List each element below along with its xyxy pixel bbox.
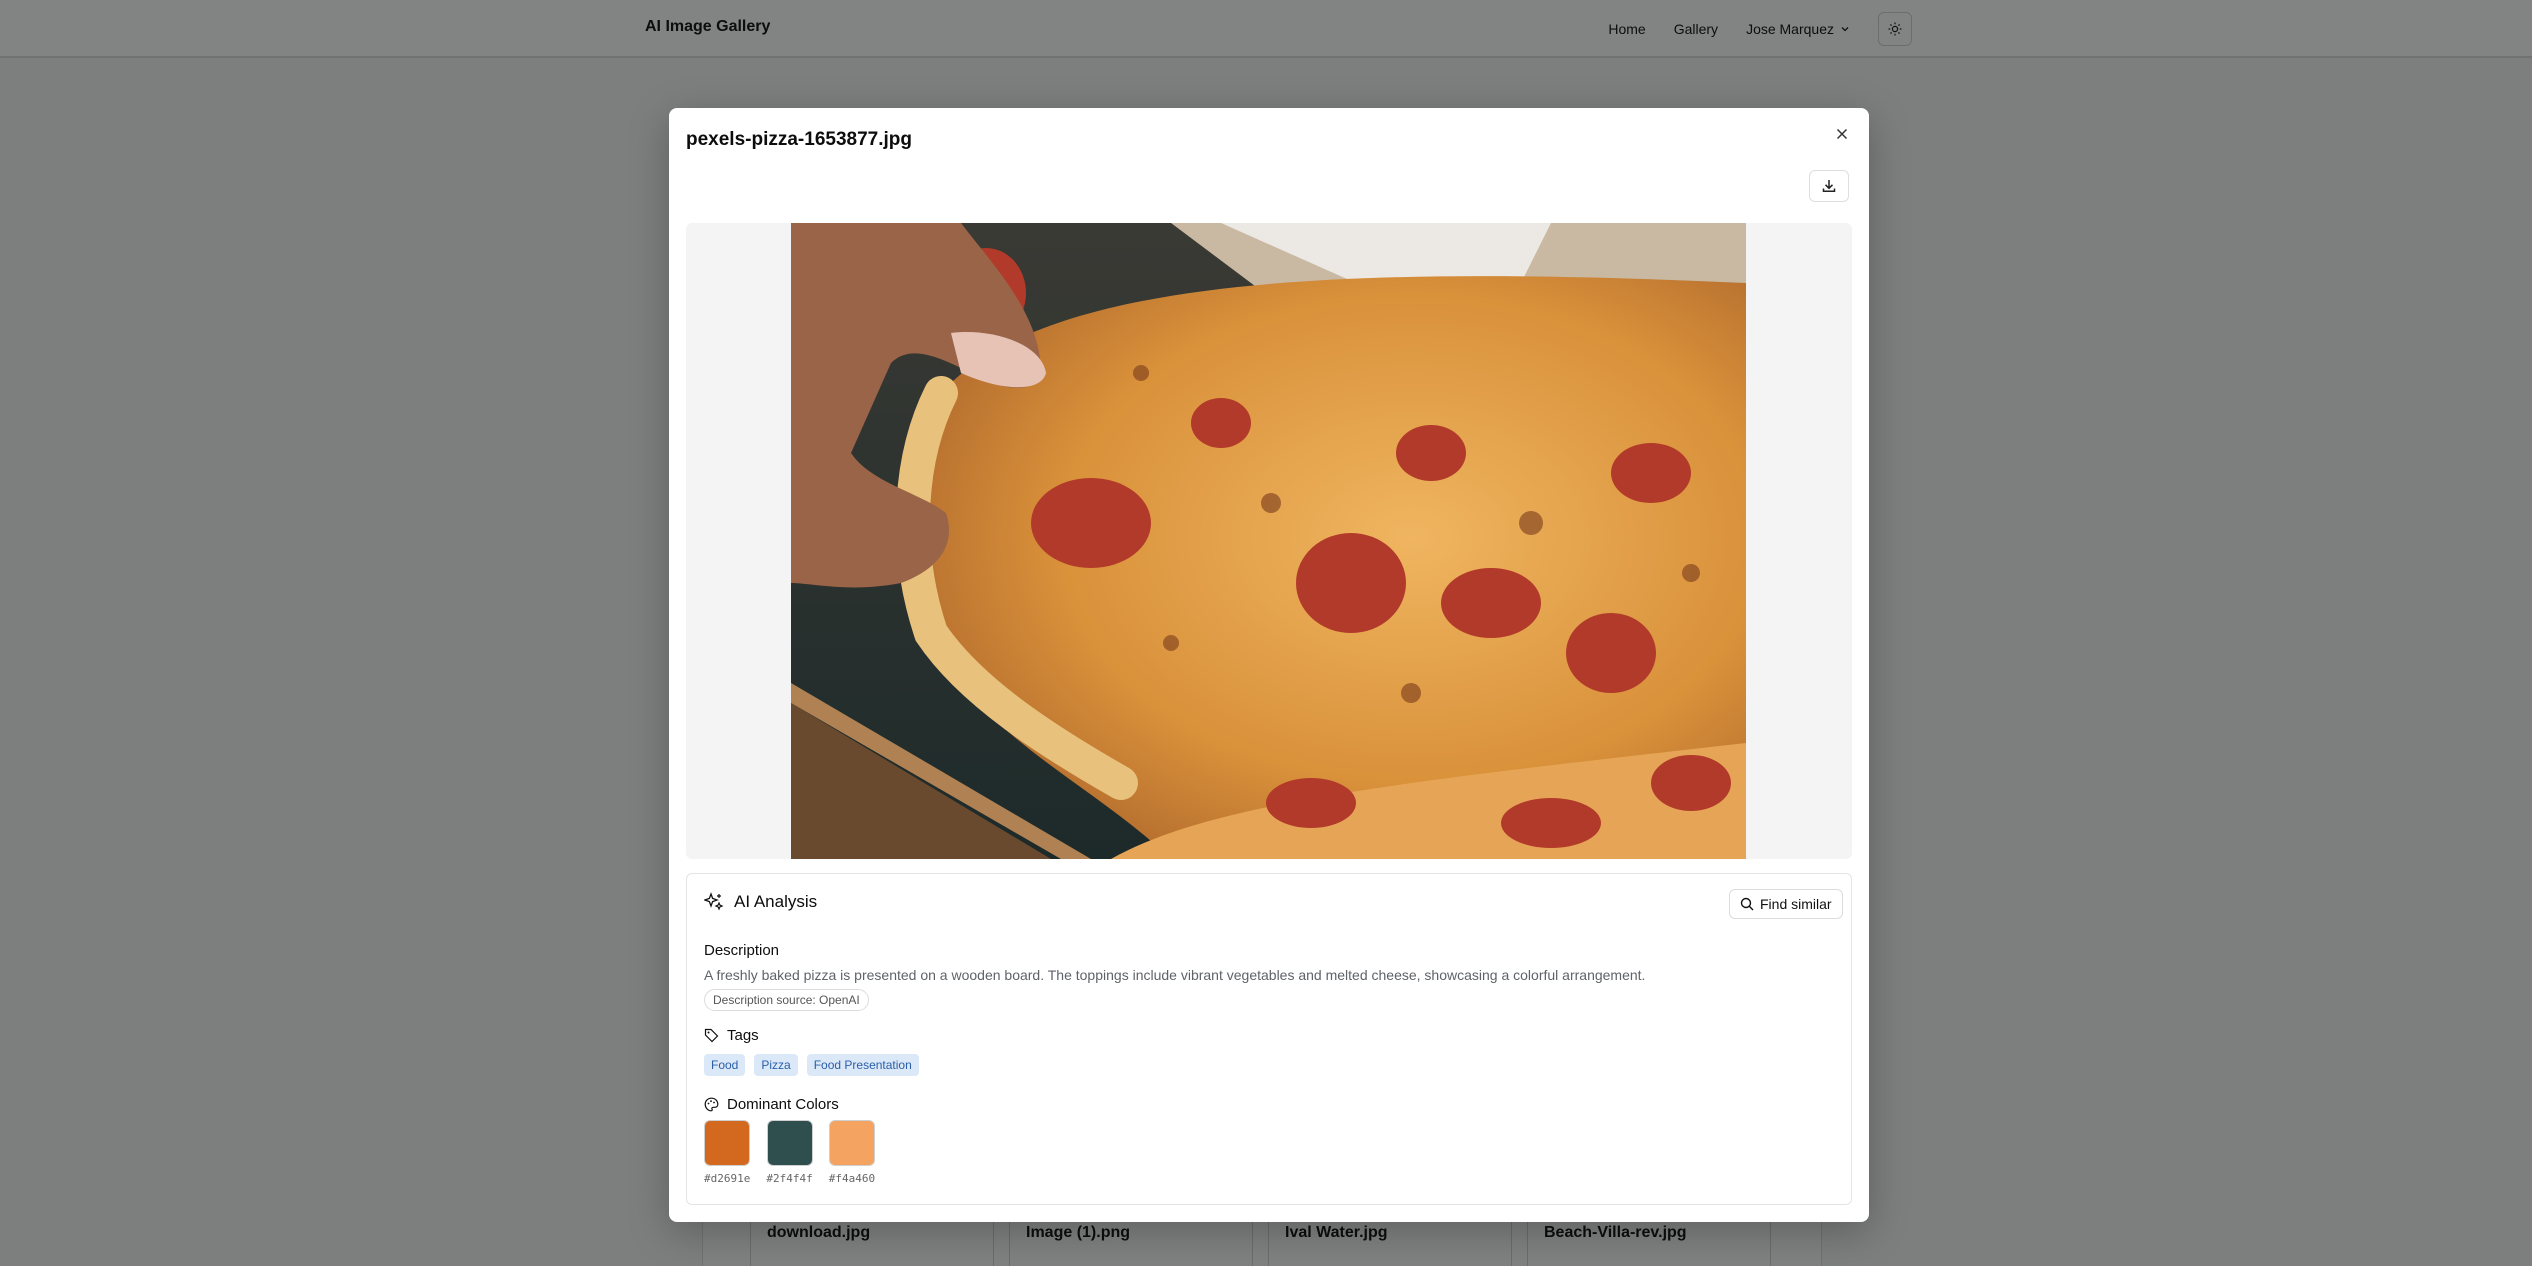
image-preview-area — [686, 223, 1852, 859]
description-label: Description — [704, 942, 780, 959]
find-similar-label: Find similar — [1760, 896, 1832, 912]
tag-icon — [704, 1028, 719, 1043]
color-hex-label: #f4a460 — [828, 1172, 876, 1185]
close-icon — [1836, 128, 1848, 140]
gallery-card-title: Beach-Villa-rev.jpg — [1544, 1224, 1687, 1241]
color-swatch-list: #d2691e #2f4f4f #f4a460 — [704, 1120, 875, 1185]
dominant-colors-header: Dominant Colors — [704, 1096, 839, 1113]
image-detail-modal: pexels-pizza-1653877.jpg AI Analysis Fin… — [669, 108, 1869, 1222]
palette-icon — [704, 1097, 719, 1112]
user-menu[interactable]: Jose Marquez — [1732, 15, 1864, 43]
description-source-badge: Description source: OpenAI — [704, 989, 869, 1011]
tag-chip[interactable]: Food — [704, 1054, 746, 1076]
gallery-card-title: Ival Water.jpg — [1285, 1224, 1388, 1241]
sparkles-icon — [704, 892, 724, 911]
color-hex-label: #d2691e — [704, 1172, 751, 1185]
user-name: Jose Marquez — [1746, 21, 1834, 37]
color-swatch — [828, 1120, 875, 1166]
gallery-card-title: download.jpg — [767, 1224, 871, 1241]
download-button[interactable] — [1809, 170, 1849, 202]
find-similar-button[interactable]: Find similar — [1729, 889, 1843, 919]
color-swatch-item[interactable]: #2f4f4f — [766, 1120, 813, 1185]
tags-label: Tags — [727, 1027, 759, 1044]
tag-list: Food Pizza Food Presentation — [704, 1054, 919, 1076]
brand-title[interactable]: AI Image Gallery — [645, 18, 770, 36]
description-text: A freshly baked pizza is presented on a … — [704, 967, 1646, 983]
dominant-colors-label: Dominant Colors — [727, 1096, 839, 1113]
gallery-card-title: Image (1).png — [1026, 1224, 1131, 1241]
top-navbar: AI Image Gallery Home Gallery Jose Marqu… — [0, 0, 2532, 58]
close-button[interactable] — [1832, 124, 1852, 144]
ai-analysis-panel: AI Analysis Find similar Description A f… — [686, 873, 1852, 1205]
color-swatch — [766, 1120, 813, 1166]
pizza-photo — [791, 223, 1746, 859]
sun-icon — [1888, 22, 1902, 36]
color-hex-label: #2f4f4f — [766, 1172, 813, 1185]
download-icon — [1822, 180, 1836, 192]
modal-title: pexels-pizza-1653877.jpg — [686, 129, 912, 150]
nav-gallery[interactable]: Gallery — [1660, 15, 1732, 43]
main-nav: Home Gallery Jose Marquez — [1594, 12, 1912, 46]
ai-analysis-header: AI Analysis — [704, 892, 817, 912]
tags-header: Tags — [704, 1027, 759, 1044]
color-swatch — [704, 1120, 751, 1166]
color-swatch-item[interactable]: #f4a460 — [829, 1120, 875, 1185]
tag-chip[interactable]: Pizza — [754, 1054, 798, 1076]
chevron-down-icon — [1841, 27, 1849, 32]
theme-toggle-button[interactable] — [1878, 12, 1912, 46]
color-swatch-item[interactable]: #d2691e — [704, 1120, 750, 1185]
tag-chip[interactable]: Food Presentation — [806, 1054, 919, 1076]
ai-analysis-heading: AI Analysis — [734, 892, 818, 911]
search-icon — [1740, 897, 1754, 911]
nav-home[interactable]: Home — [1594, 15, 1659, 43]
